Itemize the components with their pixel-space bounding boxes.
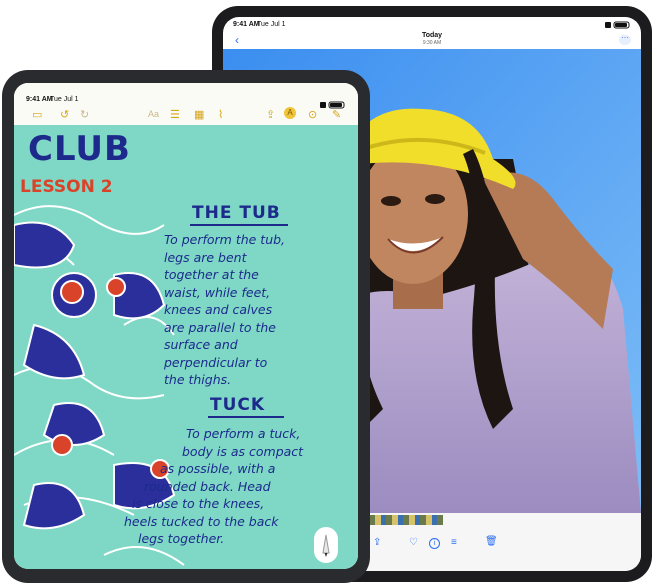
trash-icon[interactable]: 🗑 bbox=[485, 536, 498, 547]
text-line: the thighs. bbox=[164, 372, 232, 387]
text-line: To perform the tub, bbox=[164, 232, 286, 247]
text-line: together at the bbox=[164, 267, 259, 282]
section2-underline bbox=[208, 416, 284, 418]
text-line: are parallel to the bbox=[164, 319, 276, 335]
text-line: surface and bbox=[164, 337, 238, 352]
status-time: 9:41 AM bbox=[26, 96, 53, 103]
text-line: rounded back. Head bbox=[144, 478, 271, 494]
adjust-icon[interactable]: ≡ bbox=[451, 537, 457, 548]
undo-icon[interactable]: ↺ bbox=[60, 108, 69, 121]
notes-screen: 9:41 AM Tue Jul 1 ▭ ↺ ↻ Aa ☰ ▦ ⌇ ⇪ A ⊙ ✎ bbox=[14, 83, 358, 569]
text-line: To perform a tuck, bbox=[186, 426, 301, 441]
nav-title: Today bbox=[421, 32, 443, 39]
note-subtitle: LESSON 2 bbox=[20, 177, 113, 197]
status-time: 9:41 AM bbox=[233, 21, 260, 28]
status-date: Tue Jul 1 bbox=[257, 21, 286, 28]
notes-toolbar: 9:41 AM Tue Jul 1 ▭ ↺ ↻ Aa ☰ ▦ ⌇ ⇪ A ⊙ ✎ bbox=[14, 83, 358, 125]
text-line: perpendicular to bbox=[164, 354, 268, 370]
pencil-tool-button[interactable] bbox=[314, 527, 338, 563]
thumbnail-strip[interactable] bbox=[369, 515, 443, 525]
sidebar-icon[interactable]: ▭ bbox=[32, 108, 42, 121]
section1-heading: THE TUB bbox=[192, 203, 281, 223]
text-line: body is as compact bbox=[182, 443, 304, 459]
nav-subtitle: 9:30 AM bbox=[422, 40, 442, 46]
checklist-icon[interactable]: ☰ bbox=[170, 108, 180, 121]
more-icon[interactable]: ⊙ bbox=[308, 108, 317, 121]
section1-underline bbox=[190, 224, 288, 226]
attachment-icon[interactable]: ⌇ bbox=[218, 108, 223, 121]
compose-icon[interactable]: ✎ bbox=[332, 108, 341, 121]
battery-icon bbox=[605, 21, 631, 31]
text-line: legs are bent bbox=[164, 249, 247, 265]
text-line: waist, while feet, bbox=[164, 284, 271, 300]
text-line: as possible, with a bbox=[160, 461, 276, 476]
more-ellipsis-icon[interactable]: ··· bbox=[619, 34, 631, 45]
heart-icon[interactable]: ♡ bbox=[409, 537, 418, 548]
text-format-icon[interactable]: Aa bbox=[148, 109, 159, 119]
section2-heading: TUCK bbox=[210, 395, 266, 415]
table-icon[interactable]: ▦ bbox=[194, 108, 204, 121]
share-icon[interactable]: ⇪ bbox=[266, 108, 275, 121]
text-line: knees and calves bbox=[164, 302, 273, 317]
text-line: is close to the knees, bbox=[132, 496, 265, 511]
markup-icon[interactable]: A bbox=[284, 107, 296, 119]
info-icon[interactable]: i bbox=[429, 538, 440, 549]
status-date: Tue Jul 1 bbox=[50, 96, 79, 103]
note-title: CLUB bbox=[28, 129, 131, 169]
share-icon[interactable]: ⇪ bbox=[373, 537, 381, 548]
section1-text: To perform the tub, legs are bent togeth… bbox=[164, 231, 354, 389]
redo-icon[interactable]: ↻ bbox=[80, 108, 89, 121]
note-canvas[interactable]: CLUB LESSON 2 THE TUB To perform the tub… bbox=[14, 125, 358, 569]
